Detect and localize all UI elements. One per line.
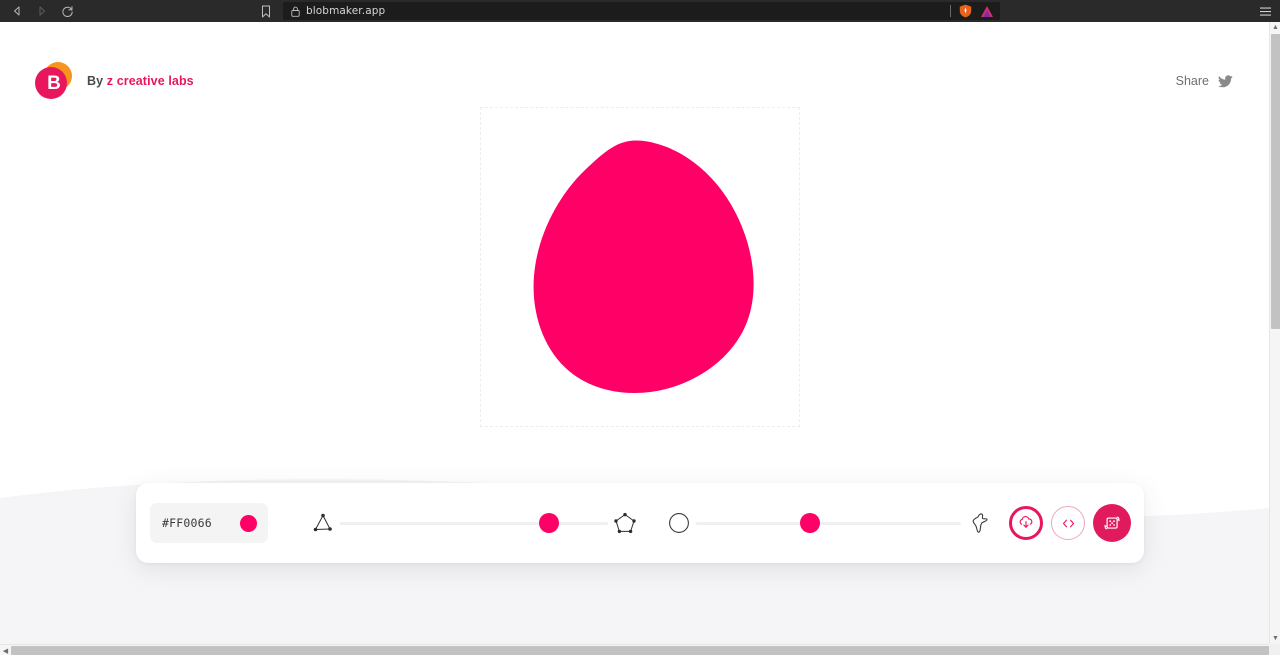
scroll-up-arrow[interactable]: ▲ xyxy=(1270,22,1280,33)
browser-nav-buttons xyxy=(0,2,76,20)
brand-block: B By z creative labs xyxy=(34,61,194,101)
complexity-slider-track[interactable] xyxy=(340,522,608,525)
color-input[interactable]: #FF0066 xyxy=(150,503,268,543)
back-button[interactable] xyxy=(8,2,26,20)
blobmaker-logo[interactable]: B xyxy=(34,61,74,101)
browser-chrome: blobmaker.app xyxy=(0,0,1280,22)
byline: By z creative labs xyxy=(87,74,194,88)
contrast-slider-track[interactable] xyxy=(696,522,961,525)
circle-icon xyxy=(662,511,696,535)
action-buttons xyxy=(1009,504,1131,542)
vertical-scrollbar[interactable]: ▲ ▼ xyxy=(1269,22,1280,644)
download-button[interactable] xyxy=(1009,506,1043,540)
contrast-slider[interactable] xyxy=(696,503,961,543)
svg-text:B: B xyxy=(47,73,61,94)
horizontal-scrollbar[interactable]: ◀ xyxy=(0,644,1280,655)
contrast-slider-thumb[interactable] xyxy=(800,513,820,533)
randomize-button[interactable] xyxy=(1093,504,1131,542)
browser-menu-button[interactable] xyxy=(1259,0,1272,22)
blob-shape-svg xyxy=(481,108,799,426)
vertical-scrollbar-thumb[interactable] xyxy=(1271,34,1280,329)
complexity-slider-thumb[interactable] xyxy=(539,513,559,533)
share-label: Share xyxy=(1176,74,1209,88)
twitter-icon[interactable] xyxy=(1218,75,1233,88)
triangle-icon xyxy=(306,511,340,535)
scrollbar-corner xyxy=(1269,644,1280,655)
chrome-right-icons xyxy=(950,0,995,22)
blob-canvas xyxy=(480,107,800,427)
address-bar-area: blobmaker.app xyxy=(255,2,1000,20)
url-bar[interactable]: blobmaker.app xyxy=(283,2,1000,20)
spiky-blob-icon xyxy=(961,510,995,536)
z-creative-labs-link[interactable]: z creative labs xyxy=(107,74,194,88)
reload-button[interactable] xyxy=(58,2,76,20)
bookmark-icon[interactable] xyxy=(255,2,277,20)
complexity-slider[interactable] xyxy=(340,503,608,543)
lock-icon xyxy=(291,6,300,17)
scroll-left-arrow[interactable]: ◀ xyxy=(0,645,11,656)
complexity-slider-group xyxy=(306,483,642,563)
color-swatch[interactable] xyxy=(240,515,257,532)
forward-button[interactable] xyxy=(33,2,51,20)
code-button[interactable] xyxy=(1051,506,1085,540)
brave-extension-icon[interactable] xyxy=(979,3,995,19)
byline-prefix: By xyxy=(87,74,107,88)
page-viewport: B By z creative labs Share #FF0066 xyxy=(0,22,1269,644)
horizontal-scrollbar-thumb[interactable] xyxy=(11,646,1269,655)
share-area[interactable]: Share xyxy=(1176,74,1233,88)
scroll-down-arrow[interactable]: ▼ xyxy=(1270,633,1280,644)
pentagon-icon xyxy=(608,511,642,535)
url-text: blobmaker.app xyxy=(306,5,385,17)
control-bar: #FF0066 xyxy=(136,483,1144,563)
chrome-divider xyxy=(950,5,951,17)
color-hex-value: #FF0066 xyxy=(162,516,212,530)
shield-extension-icon[interactable] xyxy=(957,3,973,19)
blob-path[interactable] xyxy=(534,140,754,393)
contrast-slider-group xyxy=(662,483,995,563)
